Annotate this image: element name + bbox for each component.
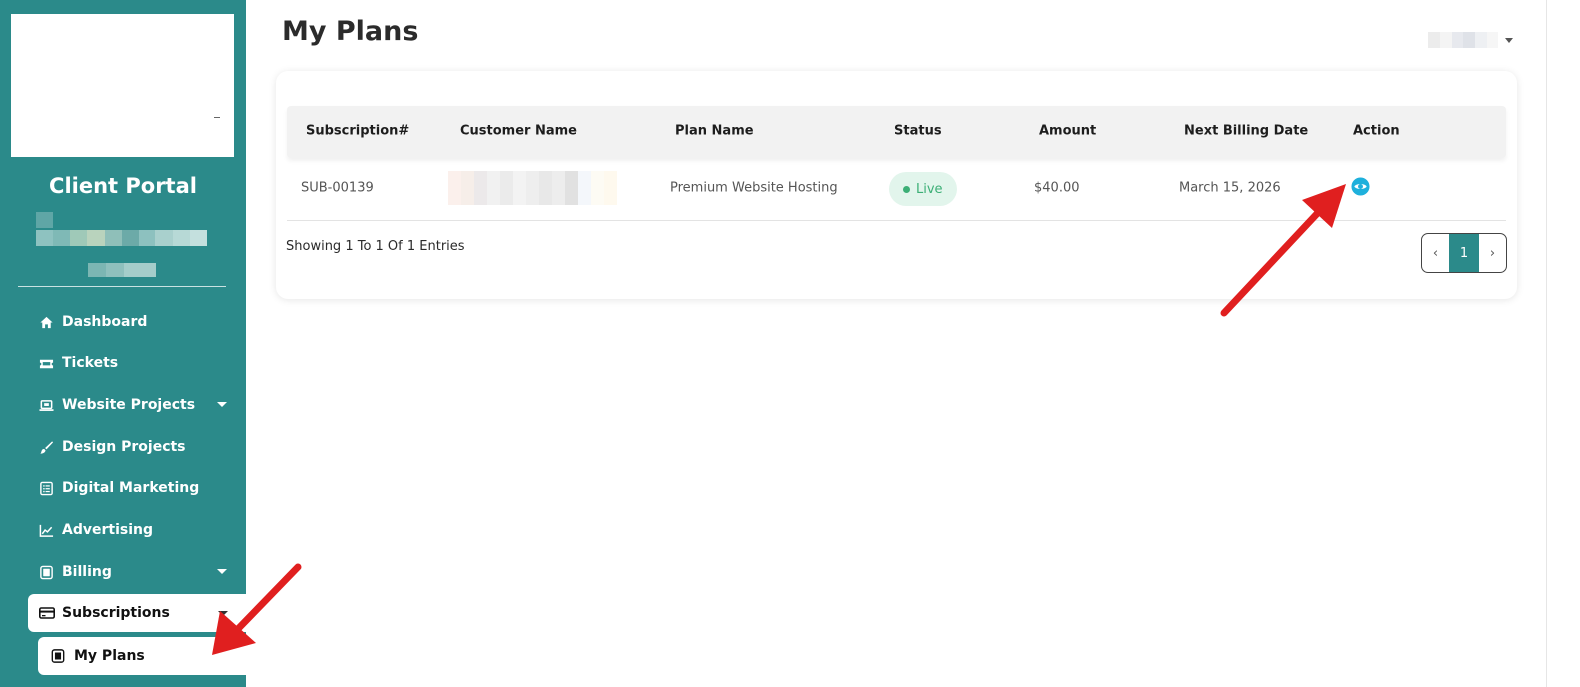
portal-title: Client Portal	[49, 174, 197, 198]
sidebar-item-advertising[interactable]: Advertising	[38, 519, 233, 541]
next-page-button[interactable]: ›	[1479, 234, 1506, 272]
sidebar-item-label: Billing	[62, 564, 112, 580]
plan-icon	[50, 648, 66, 664]
column-header[interactable]: Next Billing Date	[1184, 124, 1308, 139]
redacted-customer-name	[448, 171, 617, 205]
plan-name: Premium Website Hosting	[670, 180, 838, 196]
sidebar-item-label: Advertising	[62, 522, 153, 538]
pagination: ‹ 1 ›	[1421, 233, 1507, 273]
brush-icon	[38, 439, 55, 456]
subscription-id: SUB-00139	[301, 180, 374, 196]
column-header[interactable]: Subscription#	[306, 124, 409, 139]
laptop-icon	[38, 397, 55, 414]
sidebar-item-label: Digital Marketing	[62, 480, 200, 496]
redacted-avatar	[1428, 32, 1498, 48]
list-icon	[38, 480, 55, 497]
sidebar-item-dashboard[interactable]: Dashboard	[38, 311, 233, 333]
sidebar-item-label: My Plans	[74, 648, 145, 664]
column-header[interactable]: Plan Name	[675, 124, 754, 139]
sidebar-item-digital-marketing[interactable]: Digital Marketing	[38, 477, 233, 499]
sidebar-item-design-projects[interactable]: Design Projects	[38, 436, 233, 458]
column-header[interactable]: Status	[894, 124, 942, 139]
chevron-down-icon[interactable]	[1505, 37, 1513, 43]
redacted-username	[36, 212, 53, 228]
sidebar-item-label: Tickets	[62, 355, 119, 371]
billing-icon	[38, 564, 55, 581]
redacted-username-line	[36, 230, 207, 246]
company-logo	[11, 14, 234, 157]
redacted-username-line	[88, 263, 156, 277]
page-1-button[interactable]: 1	[1449, 234, 1479, 272]
ticket-icon	[38, 355, 55, 372]
sidebar-item-label: Dashboard	[62, 314, 148, 330]
user-menu[interactable]	[1428, 32, 1513, 48]
entries-info: Showing 1 To 1 Of 1 Entries	[286, 239, 465, 254]
prev-page-button[interactable]: ‹	[1422, 234, 1449, 272]
home-icon	[38, 314, 55, 331]
sidebar-item-label: Website Projects	[62, 397, 196, 413]
credit-card-icon	[38, 604, 56, 622]
sidebar-item-label: Subscriptions	[62, 605, 170, 621]
status-dot	[903, 185, 910, 193]
chart-icon	[38, 522, 55, 539]
status-badge: Live	[889, 172, 957, 206]
annotation-arrow-my-plans	[212, 563, 302, 655]
sidebar-item-label: Design Projects	[62, 439, 186, 455]
sidebar-item-tickets[interactable]: Tickets	[38, 352, 233, 374]
column-header[interactable]: Action	[1353, 124, 1400, 139]
scrollbar-track	[1546, 0, 1547, 687]
sidebar-divider	[18, 286, 226, 287]
annotation-arrow-action	[1220, 184, 1346, 317]
amount: $40.00	[1034, 180, 1080, 196]
column-header[interactable]: Customer Name	[460, 124, 577, 139]
status-label: Live	[916, 181, 943, 197]
chevron-down-icon[interactable]	[217, 402, 227, 407]
column-header[interactable]: Amount	[1039, 124, 1096, 139]
sidebar-item-website-projects[interactable]: Website Projects	[38, 394, 233, 416]
page-title: My Plans	[282, 16, 419, 47]
